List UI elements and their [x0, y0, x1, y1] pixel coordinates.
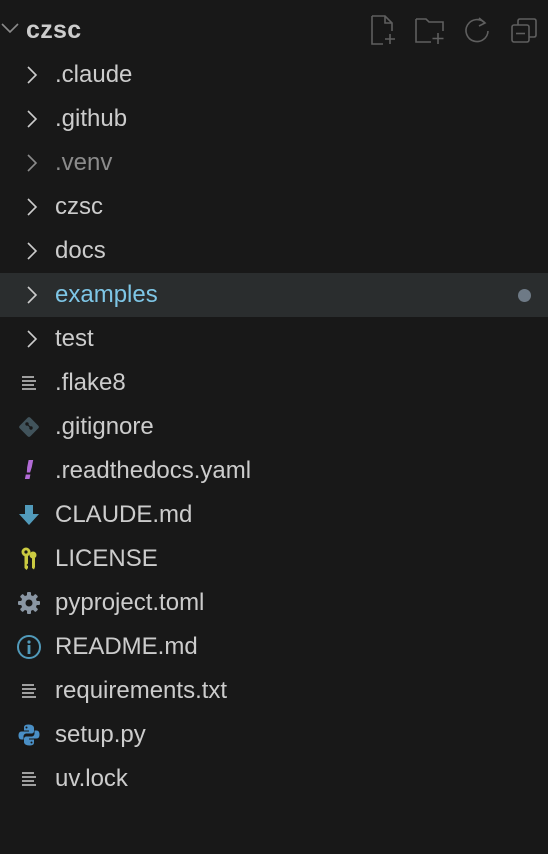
collapse-all-icon[interactable]	[508, 14, 540, 46]
folder-row[interactable]: .github	[0, 97, 548, 141]
chevron-right-icon[interactable]	[23, 329, 41, 349]
file-row[interactable]: pyproject.toml	[0, 581, 548, 625]
gear-icon	[16, 591, 42, 615]
file-label: pyproject.toml	[55, 589, 205, 616]
folder-label: docs	[55, 237, 106, 264]
file-label: setup.py	[55, 721, 146, 748]
file-label: requirements.txt	[55, 677, 228, 704]
chevron-right-icon[interactable]	[23, 109, 41, 129]
lines-file-icon	[16, 767, 42, 791]
folder-label: examples	[55, 281, 158, 308]
lines-file-icon	[16, 371, 42, 395]
file-label: CLAUDE.md	[55, 501, 193, 528]
folder-label: .venv	[55, 149, 113, 176]
chevron-right-icon[interactable]	[23, 65, 41, 85]
folder-label: .github	[55, 105, 128, 132]
lines-file-icon	[16, 679, 42, 703]
folder-row[interactable]: .venv	[0, 141, 548, 185]
info-icon	[16, 635, 42, 659]
file-row[interactable]: .flake8	[0, 361, 548, 405]
folder-row[interactable]: .claude	[0, 53, 548, 97]
file-label: uv.lock	[55, 765, 128, 792]
file-label: .readthedocs.yaml	[55, 457, 252, 484]
new-folder-icon[interactable]	[414, 14, 446, 46]
folder-row[interactable]: examples	[0, 273, 548, 317]
python-icon	[16, 723, 42, 747]
chevron-down-icon[interactable]	[0, 18, 20, 38]
chevron-right-icon[interactable]	[23, 197, 41, 217]
file-row[interactable]: .gitignore	[0, 405, 548, 449]
folder-label: test	[55, 325, 94, 352]
file-label: .flake8	[55, 369, 126, 396]
key-icon	[16, 547, 42, 571]
folder-row[interactable]: czsc	[0, 185, 548, 229]
refresh-icon[interactable]	[461, 14, 493, 46]
file-row[interactable]: LICENSE	[0, 537, 548, 581]
workspace-title: czsc	[26, 16, 82, 44]
file-label: .gitignore	[55, 413, 154, 440]
new-file-icon[interactable]	[367, 14, 399, 46]
file-label: LICENSE	[55, 545, 158, 572]
chevron-right-icon[interactable]	[23, 241, 41, 261]
file-row[interactable]: CLAUDE.md	[0, 493, 548, 537]
file-label: README.md	[55, 633, 198, 660]
exclamation-icon: !	[23, 456, 35, 486]
explorer-header[interactable]: czsc	[0, 8, 548, 52]
file-explorer: czsc .claude .github .venv czsc docs exa…	[0, 0, 548, 854]
file-row[interactable]: requirements.txt	[0, 669, 548, 713]
git-icon	[16, 415, 42, 439]
folder-row[interactable]: test	[0, 317, 548, 361]
file-row[interactable]: uv.lock	[0, 757, 548, 801]
download-arrow-icon	[16, 503, 42, 527]
modified-indicator-dot	[518, 289, 531, 302]
file-tree: .claude .github .venv czsc docs examples…	[0, 53, 548, 801]
folder-label: .claude	[55, 61, 133, 88]
file-row[interactable]: ! .readthedocs.yaml	[0, 449, 548, 493]
chevron-right-icon[interactable]	[23, 285, 41, 305]
chevron-right-icon[interactable]	[23, 153, 41, 173]
explorer-actions	[352, 12, 540, 48]
file-row[interactable]: setup.py	[0, 713, 548, 757]
folder-label: czsc	[55, 193, 103, 220]
file-row[interactable]: README.md	[0, 625, 548, 669]
folder-row[interactable]: docs	[0, 229, 548, 273]
